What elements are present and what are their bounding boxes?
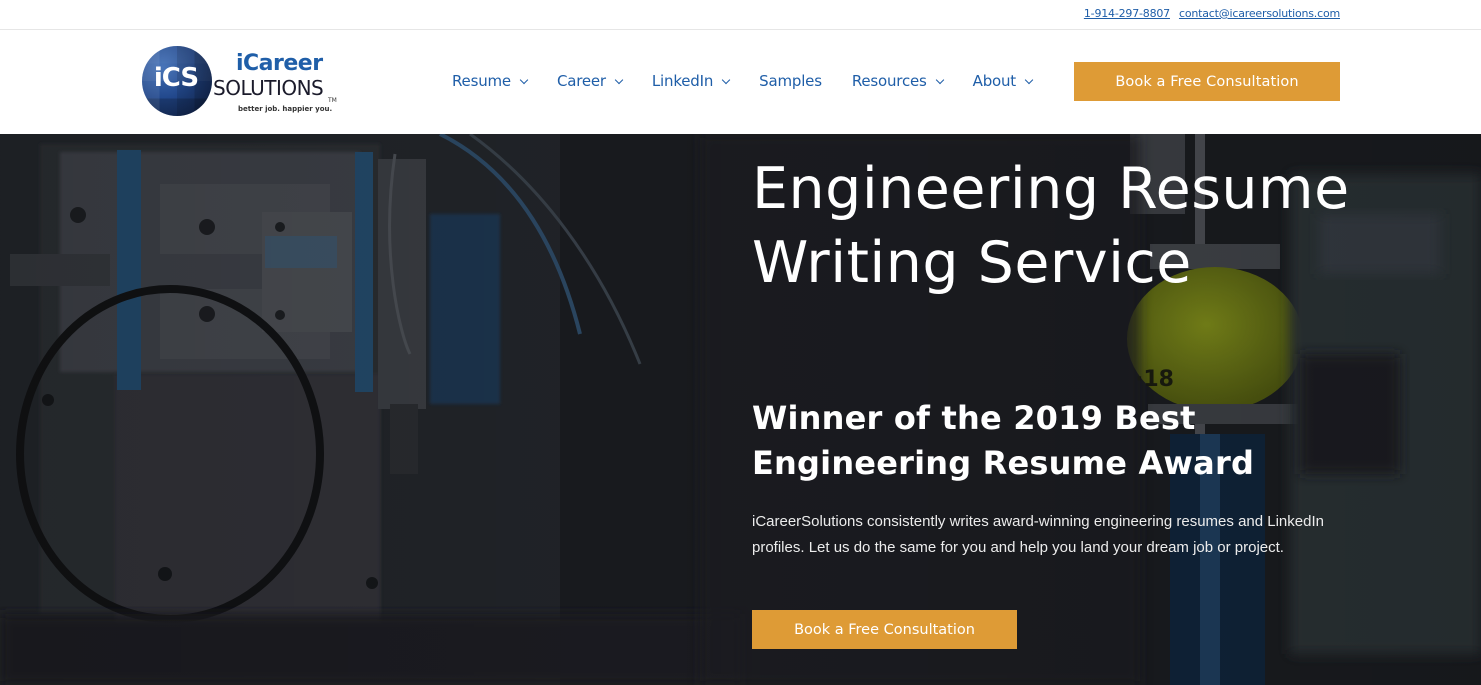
chevron-down-icon	[721, 75, 731, 84]
top-utility-bar: 1-914-297-8807 contact@icareersolutions.…	[0, 0, 1481, 30]
chevron-down-icon	[614, 75, 624, 84]
nav-item-label: Career	[556, 72, 606, 90]
site-header: iCS iCareer SOLUTIONS TM better job. hap…	[0, 30, 1481, 134]
nav-item-resources[interactable]: Resources	[851, 72, 944, 90]
nav-item-label: Resume	[452, 72, 511, 90]
site-logo[interactable]: iCS iCareer SOLUTIONS TM better job. hap…	[141, 45, 341, 117]
chevron-down-icon	[519, 75, 529, 84]
book-consultation-header-button[interactable]: Book a Free Consultation	[1074, 62, 1340, 101]
hero-section: ·18 Engineering Resume Writing Service W…	[0, 134, 1481, 685]
logo-trademark: TM	[328, 97, 337, 104]
nav-item-label: LinkedIn	[651, 72, 714, 90]
hero-description: iCareerSolutions consistently writes awa…	[752, 513, 1324, 556]
nav-item-linkedin[interactable]: LinkedIn	[651, 72, 731, 90]
email-link[interactable]: contact@icareersolutions.com	[1179, 7, 1340, 20]
logo-name-bottom: SOLUTIONS	[213, 76, 324, 100]
chevron-down-icon	[1024, 75, 1034, 84]
hero-subtitle: Winner of the 2019 Best Engineering Resu…	[752, 399, 1255, 482]
hero-title: Engineering Resume Writing Service	[752, 156, 1350, 296]
phone-link[interactable]: 1-914-297-8807	[1084, 7, 1170, 20]
logo-name-top: iCareer	[236, 51, 323, 76]
nav-item-samples[interactable]: Samples	[759, 72, 822, 90]
logo-tagline: better job. happier you.	[238, 105, 333, 113]
nav-item-resume[interactable]: Resume	[452, 72, 529, 90]
nav-item-label: About	[972, 72, 1017, 90]
contact-links: 1-914-297-8807 contact@icareersolutions.…	[1084, 7, 1340, 20]
book-consultation-hero-button[interactable]: Book a Free Consultation	[752, 610, 1017, 649]
nav-item-about[interactable]: About	[972, 72, 1034, 90]
nav-item-career[interactable]: Career	[556, 72, 624, 90]
main-nav: Resume Career LinkedIn Samples Resources…	[452, 72, 1034, 90]
logo-mark-text: iCS	[153, 63, 199, 93]
nav-item-label: Resources	[851, 72, 927, 90]
nav-item-label: Samples	[759, 72, 822, 90]
chevron-down-icon	[935, 75, 944, 84]
